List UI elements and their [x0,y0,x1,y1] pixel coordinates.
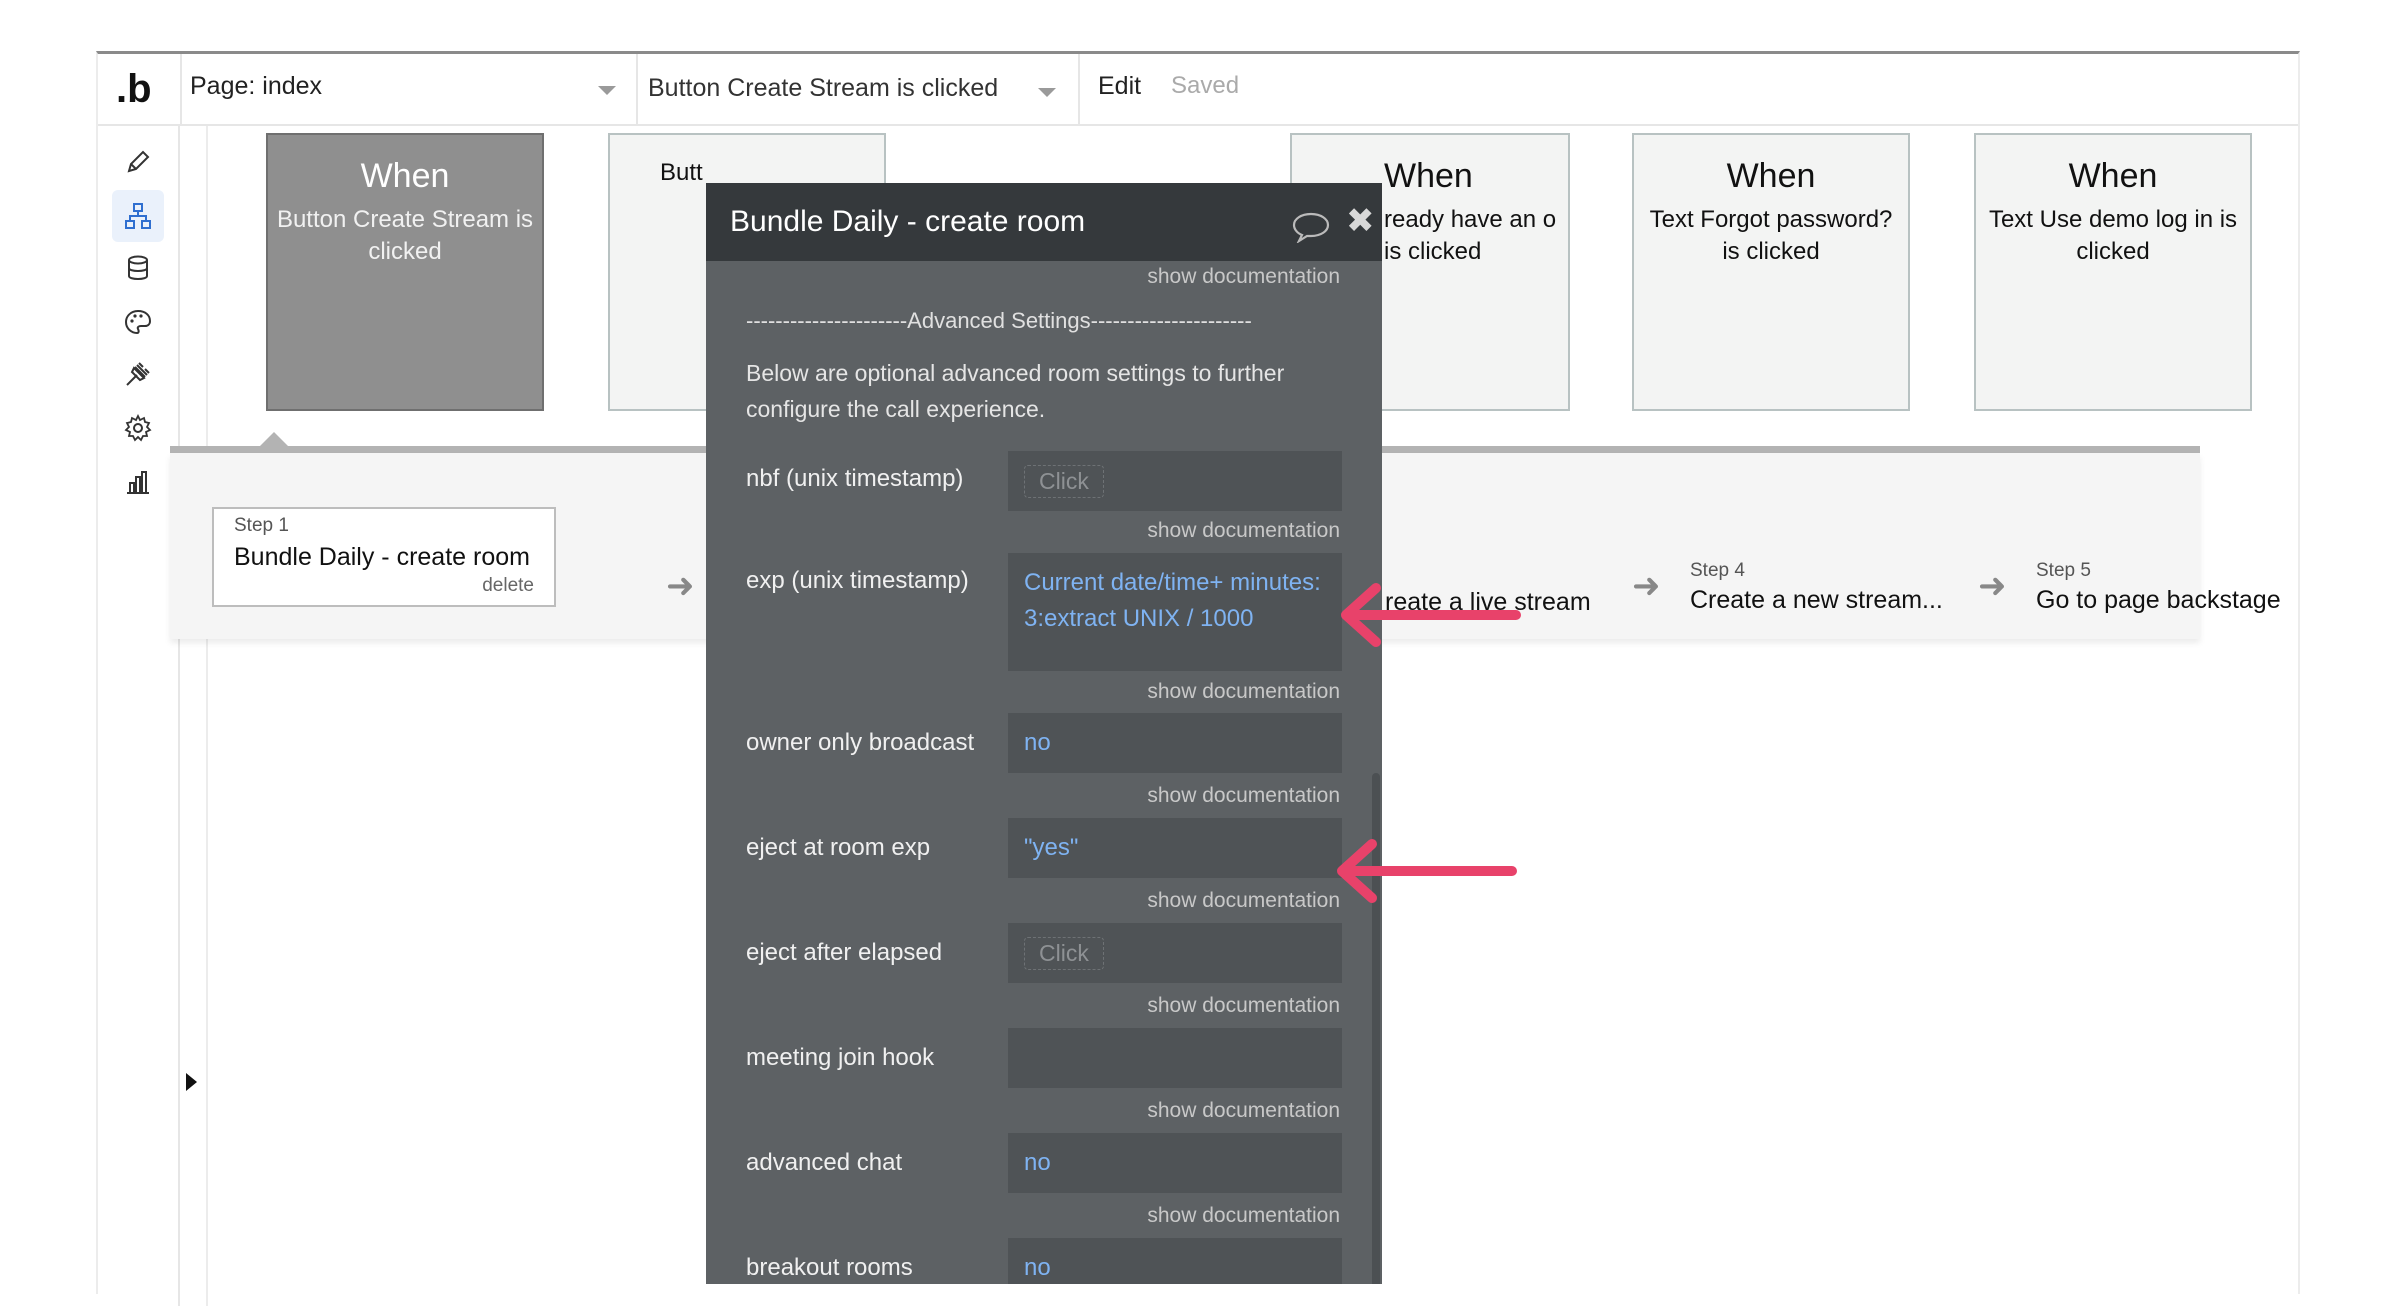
show-documentation-link[interactable]: show documentation [1147,889,1340,913]
field-label-exp: exp (unix timestamp) [746,567,969,594]
divider [180,54,182,124]
expand-panel-icon[interactable] [186,1073,197,1091]
event-selector[interactable]: Button Create Stream is clicked [648,74,998,103]
field-label-nbf: nbf (unix timestamp) [746,465,964,492]
field-value: no [1024,1149,1051,1176]
divider [636,54,638,124]
step-5[interactable]: Step 5 Go to page backstage [2036,560,2281,615]
selected-pointer [260,432,288,446]
plugin-icon[interactable] [112,348,164,400]
action-property-editor: Bundle Daily - create room ✖ show docume… [706,183,1382,1284]
card-when-label: When [1726,157,1816,195]
field-label-breakout-rooms: breakout rooms [746,1254,913,1281]
arrow-right-icon: ➜ [1632,567,1661,605]
palette-icon[interactable] [112,296,164,348]
field-label-eject-at-room-exp: eject at room exp [746,834,931,861]
card-condition: Text Use demo log in is clicked [1988,206,2238,265]
page-selector[interactable]: Page: index [190,72,322,101]
top-bar: .b Page: index Button Create Stream is c… [98,54,2298,126]
database-icon[interactable] [112,242,164,294]
field-label-meeting-join-hook: meeting join hook [746,1044,935,1071]
saved-status: Saved [1171,72,1240,99]
chevron-down-icon[interactable] [1038,88,1056,97]
advanced-settings-description: Below are optional advanced room setting… [746,360,1285,422]
step-title: Bundle Daily - create room [234,543,530,571]
event-card-create-stream[interactable]: When Button Create Stream is clicked [266,133,544,411]
chart-icon[interactable] [112,456,164,508]
click-placeholder[interactable]: Click [1024,937,1104,970]
show-documentation-link[interactable]: show documentation [1147,680,1340,704]
chevron-down-icon[interactable] [598,86,616,95]
step-number: Step 1 [234,515,289,536]
annotation-arrow-icon [1337,839,1517,903]
show-documentation-link[interactable]: show documentation [1147,265,1340,289]
editor-header: Bundle Daily - create room ✖ [706,183,1382,261]
nbf-input[interactable]: Click [1008,451,1342,511]
step-title: Go to page backstage [2036,586,2281,614]
close-icon[interactable]: ✖ [1346,201,1375,241]
field-label-owner-only-broadcast: owner only broadcast [746,729,975,756]
eject-after-elapsed-input[interactable]: Click [1008,923,1342,983]
eject-at-room-exp-input[interactable]: "yes" [1008,818,1342,878]
card-when-label: When [2068,157,2158,195]
field-value: "yes" [1024,834,1079,861]
exp-expression[interactable]: Current date/time+ minutes: 3:extract UN… [1024,565,1324,637]
click-placeholder[interactable]: Click [1024,465,1104,498]
settings-icon[interactable] [112,402,164,454]
field-label-advanced-chat: advanced chat [746,1149,903,1176]
field-value: no [1024,1254,1051,1281]
card-condition: Text Forgot password? is clicked [1649,206,1893,265]
show-documentation-link[interactable]: show documentation [1147,519,1340,543]
show-documentation-link[interactable]: show documentation [1147,994,1340,1018]
show-documentation-link[interactable]: show documentation [1147,1099,1340,1123]
arrow-right-icon: ➜ [1978,567,2007,605]
advanced-chat-dropdown[interactable]: no [1008,1133,1342,1193]
owner-only-broadcast-dropdown[interactable]: no [1008,713,1342,773]
workspace-divider [206,126,208,1306]
comment-icon[interactable] [1292,211,1330,243]
show-documentation-link[interactable]: show documentation [1147,784,1340,808]
arrow-right-icon: ➜ [666,567,695,605]
annotation-arrow-icon [1341,583,1521,647]
pencil-icon[interactable] [112,136,164,188]
divider [1078,54,1080,124]
delete-step-button[interactable]: delete [482,575,534,597]
step-number: Step 4 [1690,560,1745,581]
edit-menu[interactable]: Edit [1098,72,1141,101]
card-condition: Button Create Stream is clicked [276,206,534,265]
meeting-join-hook-input[interactable] [1008,1028,1342,1088]
step-1[interactable]: Step 1 Bundle Daily - create room delete [212,507,556,607]
step-number: Step 5 [2036,560,2091,581]
field-value: no [1024,729,1051,756]
advanced-settings-divider: ----------------------Advanced Settings-… [746,308,1252,333]
workflow-icon[interactable] [112,190,164,242]
step-4[interactable]: Step 4 Create a new stream... [1690,560,1943,615]
field-label-eject-after-elapsed: eject after elapsed [746,939,943,966]
left-sidebar [98,126,180,1306]
editor-title: Bundle Daily - create room [730,205,1086,238]
exp-input[interactable]: Current date/time+ minutes: 3:extract UN… [1008,553,1342,671]
event-card-demo-log-in[interactable]: When Text Use demo log in is clicked [1974,133,2252,411]
event-card-forgot-password[interactable]: When Text Forgot password? is clicked [1632,133,1910,411]
bubble-logo[interactable]: .b [116,64,166,114]
card-when-label: When [360,157,450,195]
step-title: Create a new stream... [1690,586,1943,614]
breakout-rooms-dropdown[interactable]: no [1008,1238,1342,1284]
show-documentation-link[interactable]: show documentation [1147,1204,1340,1228]
